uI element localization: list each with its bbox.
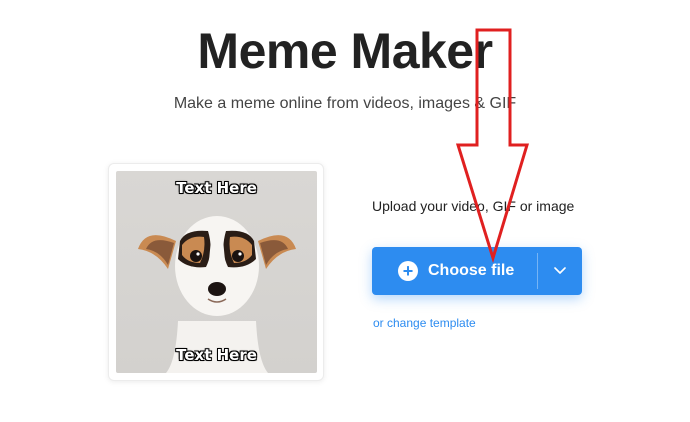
choose-file-label: Choose file: [428, 262, 515, 279]
meme-template-image[interactable]: Text Here Text Here: [116, 171, 317, 373]
meme-top-text: Text Here: [176, 179, 257, 197]
choose-file-main[interactable]: + Choose file: [372, 247, 537, 295]
page-title: Meme Maker: [197, 23, 493, 79]
page-subtitle: Make a meme online from videos, images &…: [173, 95, 517, 112]
upload-instructions: Upload your video, GIF or image: [372, 198, 575, 214]
meme-preview-card[interactable]: Text Here Text Here: [108, 163, 324, 381]
dog-illustration: [138, 216, 296, 373]
choose-file-button[interactable]: + Choose file: [372, 247, 582, 295]
change-template-link[interactable]: or change template: [373, 316, 476, 330]
chevron-down-icon: [554, 267, 566, 274]
meme-bottom-text: Text Here: [176, 346, 257, 364]
choose-file-dropdown[interactable]: [538, 247, 582, 295]
plus-circle-icon: +: [398, 261, 418, 281]
